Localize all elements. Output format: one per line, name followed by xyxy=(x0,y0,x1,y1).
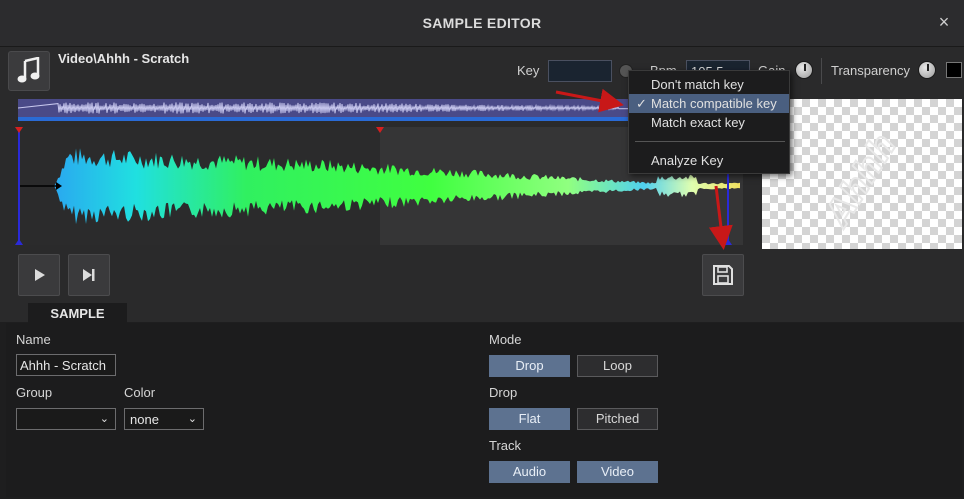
chevron-down-icon: ⌄ xyxy=(187,413,197,425)
menu-item-label: Match compatible key xyxy=(651,96,777,111)
save-icon xyxy=(713,265,733,285)
track-video-button[interactable]: Video xyxy=(577,461,658,483)
svg-text:Ahhh: Ahhh xyxy=(817,127,905,235)
track-audio-button[interactable]: Audio xyxy=(489,461,570,483)
skip-next-icon xyxy=(83,269,95,281)
title-bar: SAMPLE EDITOR × xyxy=(0,0,964,47)
transparency-knob[interactable] xyxy=(918,61,936,79)
menu-item-analyze-key[interactable]: Analyze Key xyxy=(629,151,789,170)
skip-next-button[interactable] xyxy=(68,254,110,296)
color-value: none xyxy=(130,412,159,427)
preview-text-image: Ahhh xyxy=(816,126,906,236)
start-marker-icon[interactable] xyxy=(15,127,23,133)
name-input[interactable] xyxy=(16,354,116,376)
menu-item-match-exact-key[interactable]: Match exact key xyxy=(629,113,789,132)
key-label: Key xyxy=(517,63,540,78)
key-field[interactable] xyxy=(548,60,612,82)
play-icon xyxy=(35,269,45,281)
window-title: SAMPLE EDITOR xyxy=(422,15,542,31)
transparency-label: Transparency xyxy=(831,63,910,78)
mode-label: Mode xyxy=(489,332,522,347)
loop-marker-icon[interactable] xyxy=(376,127,384,133)
tab-sample[interactable]: SAMPLE xyxy=(28,303,127,324)
end-handle-icon[interactable] xyxy=(724,239,732,245)
divider xyxy=(821,58,822,84)
key-match-menu: Don't match key ✓ Match compatible key Ma… xyxy=(628,70,790,174)
start-handle-icon[interactable] xyxy=(15,239,23,245)
group-label: Group xyxy=(16,385,53,400)
drop-pitched-button[interactable]: Pitched xyxy=(577,408,658,430)
close-icon[interactable]: × xyxy=(934,12,954,32)
menu-separator xyxy=(635,141,785,142)
name-label: Name xyxy=(16,332,51,347)
music-note-icon xyxy=(17,57,40,83)
mode-drop-button[interactable]: Drop xyxy=(489,355,570,377)
drop-label: Drop xyxy=(489,385,518,400)
start-cursor[interactable] xyxy=(18,127,20,245)
menu-item-dont-match-key[interactable]: Don't match key xyxy=(629,75,789,94)
gain-knob[interactable] xyxy=(795,61,813,79)
menu-item-label: Don't match key xyxy=(651,77,744,92)
mode-loop-button[interactable]: Loop xyxy=(577,355,658,377)
sample-type-button[interactable] xyxy=(8,51,50,91)
play-button[interactable] xyxy=(18,254,60,296)
drop-flat-button[interactable]: Flat xyxy=(489,408,570,430)
color-select[interactable]: none ⌄ xyxy=(124,408,204,430)
menu-item-match-compatible-key[interactable]: ✓ Match compatible key xyxy=(629,94,789,113)
sample-path: Video\Ahhh - Scratch xyxy=(58,51,190,66)
save-button[interactable] xyxy=(702,254,744,296)
track-label: Track xyxy=(489,438,522,453)
group-select[interactable]: ⌄ xyxy=(16,408,116,430)
menu-item-label: Match exact key xyxy=(651,115,745,130)
video-preview: Ahhh xyxy=(762,99,962,249)
background-color-swatch[interactable] xyxy=(946,62,962,78)
color-label: Color xyxy=(124,385,156,400)
check-icon: ✓ xyxy=(636,96,647,111)
chevron-down-icon: ⌄ xyxy=(99,413,109,425)
menu-item-label: Analyze Key xyxy=(651,153,724,168)
